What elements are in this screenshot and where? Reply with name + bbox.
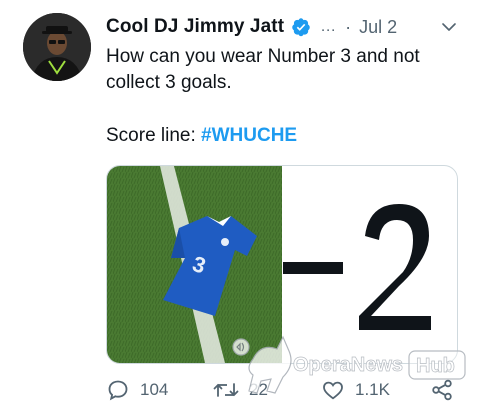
watermark-text: OperaNews <box>293 354 403 376</box>
tweet-line: How can you wear Number 3 and not collec… <box>106 46 420 93</box>
avatar-image <box>23 13 91 81</box>
tweet-text: How can you wear Number 3 and not collec… <box>106 44 462 149</box>
verified-badge-icon <box>292 18 310 37</box>
chevron-down-icon[interactable] <box>440 18 458 36</box>
tweet-header: Cool DJ Jimmy Jatt … · Jul 2 <box>106 14 462 40</box>
hashtag-link[interactable]: #WHUCHE <box>201 125 297 146</box>
operanews-watermark: OperaNews Hub <box>232 335 466 394</box>
more-dots[interactable]: … <box>320 18 337 36</box>
reply-icon <box>108 380 128 401</box>
watermark-logo-icon <box>232 335 292 394</box>
reply-count: 104 <box>140 380 169 399</box>
author-name[interactable]: Cool DJ Jimmy Jatt <box>106 16 284 38</box>
avatar[interactable] <box>23 13 91 81</box>
reply-button[interactable]: 104 <box>106 376 168 404</box>
score-line: Score line: #WHUCHE <box>106 123 462 149</box>
score-text: -2 <box>107 166 121 170</box>
watermark-badge: Hub <box>416 355 455 377</box>
separator: · <box>345 16 352 37</box>
tweet-date[interactable]: Jul 2 <box>359 17 397 38</box>
score-prefix: Score line: <box>106 125 202 146</box>
